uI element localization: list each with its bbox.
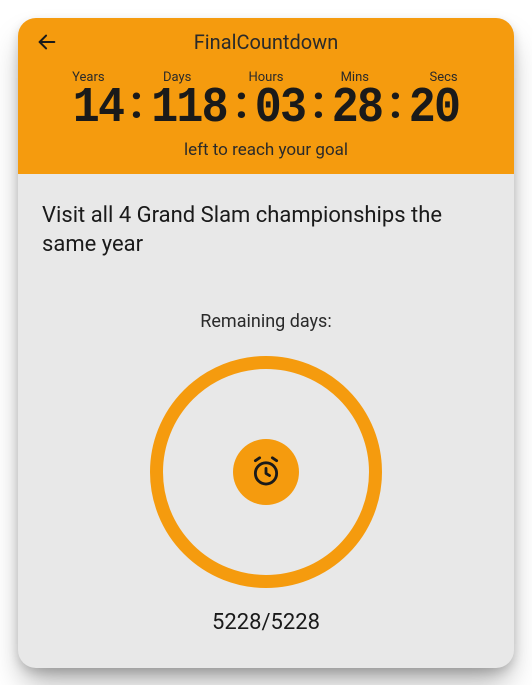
progress-ring-container	[42, 356, 490, 588]
remaining-days-label: Remaining days:	[42, 311, 490, 332]
digits-sep: :	[310, 80, 327, 126]
goal-title: Visit all 4 Grand Slam championships the…	[42, 202, 490, 259]
digits-sep: :	[128, 80, 145, 126]
digits-sep: :	[387, 80, 404, 126]
alarm-clock-icon	[249, 455, 283, 489]
digits-days: 118	[151, 84, 227, 134]
device-frame: FinalCountdown Years Days Hours Mins Sec…	[0, 0, 532, 685]
progress-ring	[150, 356, 382, 588]
digits-years: 14	[73, 84, 123, 134]
countdown-digits: 14 : 118 : 03 : 28 : 20	[18, 83, 514, 134]
header: FinalCountdown Years Days Hours Mins Sec…	[18, 18, 514, 174]
titlebar: FinalCountdown	[18, 18, 514, 66]
digits-sep: :	[233, 80, 250, 126]
digits-mins: 28	[332, 84, 382, 134]
days-fraction: 5228/5228	[42, 610, 490, 635]
body: Visit all 4 Grand Slam championships the…	[18, 174, 514, 635]
countdown-subtext: left to reach your goal	[18, 140, 514, 160]
page-title: FinalCountdown	[18, 30, 514, 54]
digits-hours: 03	[255, 84, 305, 134]
back-arrow-icon	[36, 31, 58, 53]
app-screen: FinalCountdown Years Days Hours Mins Sec…	[18, 18, 514, 668]
alarm-button[interactable]	[233, 439, 299, 505]
digits-secs: 20	[409, 84, 459, 134]
back-button[interactable]	[34, 29, 60, 55]
